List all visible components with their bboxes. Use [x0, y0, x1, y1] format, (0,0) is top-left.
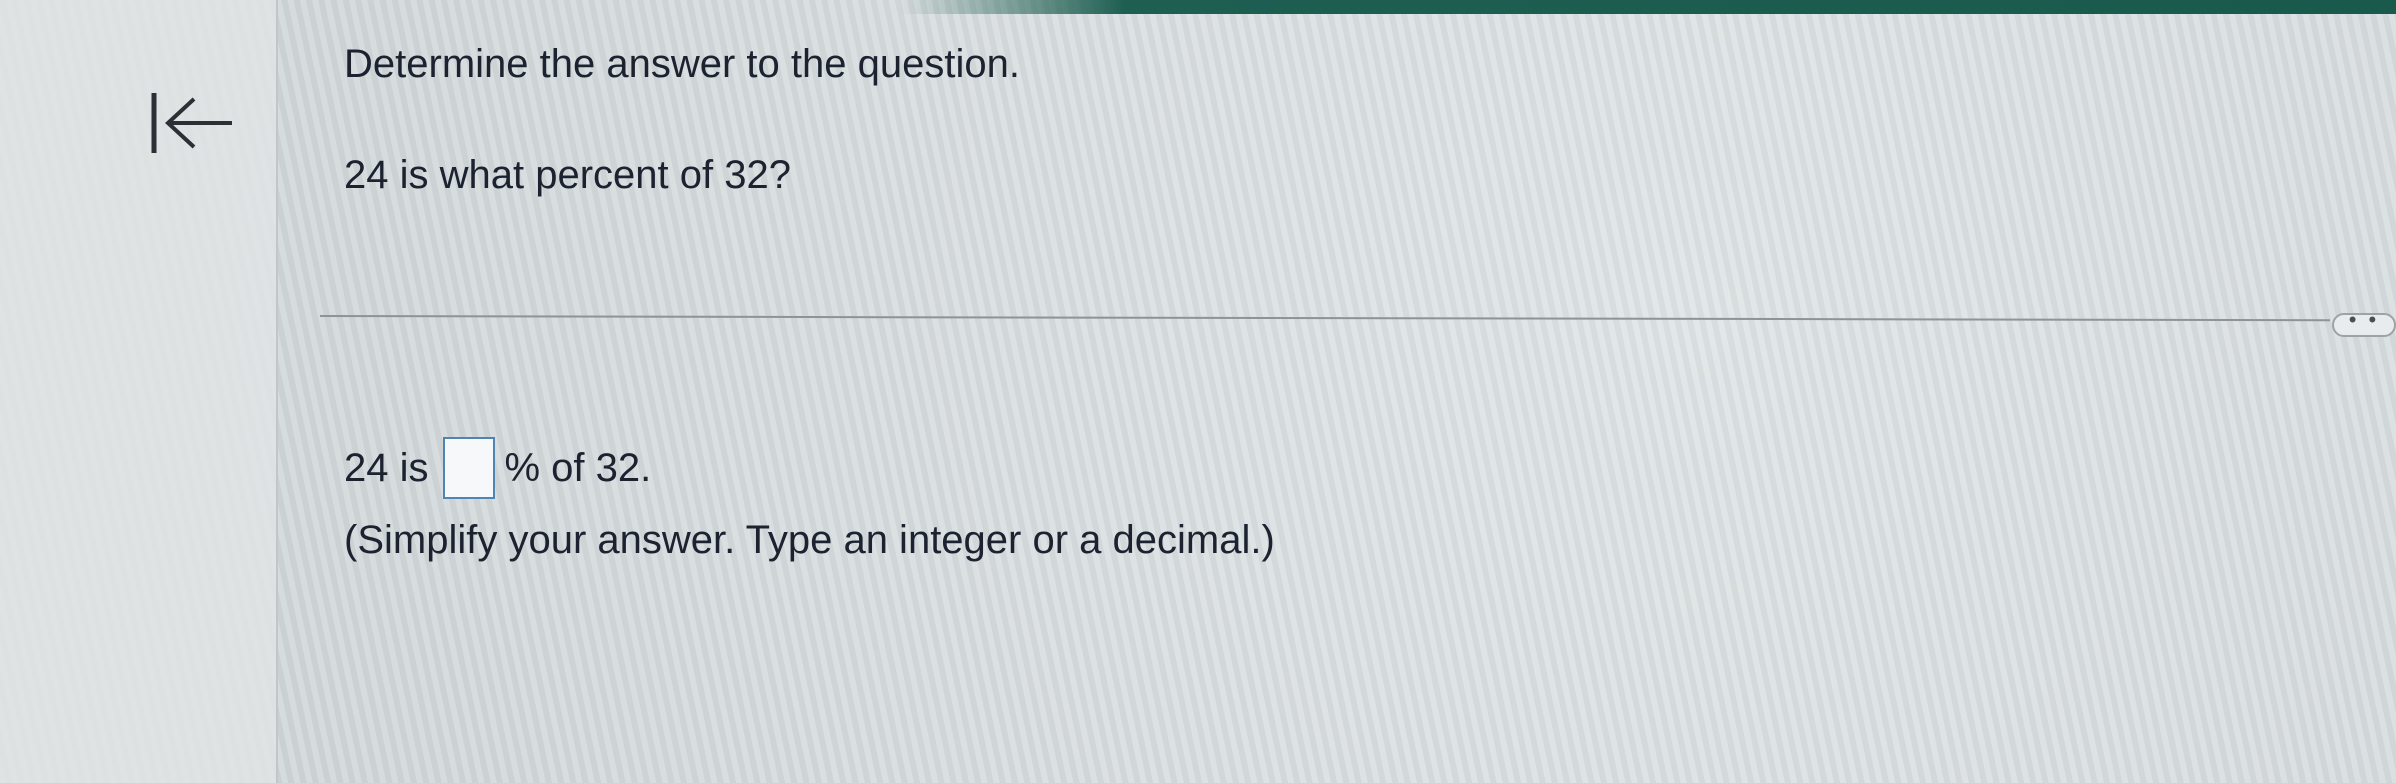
instruction-text: Determine the answer to the question. [344, 42, 1020, 86]
answer-statement: 24 is % of 32. [344, 437, 651, 499]
answer-hint: (Simplify your answer. Type an integer o… [344, 518, 1275, 562]
answer-prefix: 24 is [344, 445, 429, 490]
first-question-button[interactable] [140, 78, 240, 168]
section-divider [319, 315, 2330, 322]
more-dots-icon: • • [2348, 307, 2380, 332]
question-text: 24 is what percent of 32? [344, 153, 791, 197]
question-panel: Determine the answer to the question. 24… [319, 0, 2344, 783]
left-rail [0, 0, 278, 783]
arrow-left-to-bar-icon [151, 93, 232, 153]
more-options-button[interactable]: • • [2332, 309, 2396, 337]
answer-input-box[interactable] [442, 437, 495, 499]
answer-suffix: % of 32. [504, 445, 652, 490]
